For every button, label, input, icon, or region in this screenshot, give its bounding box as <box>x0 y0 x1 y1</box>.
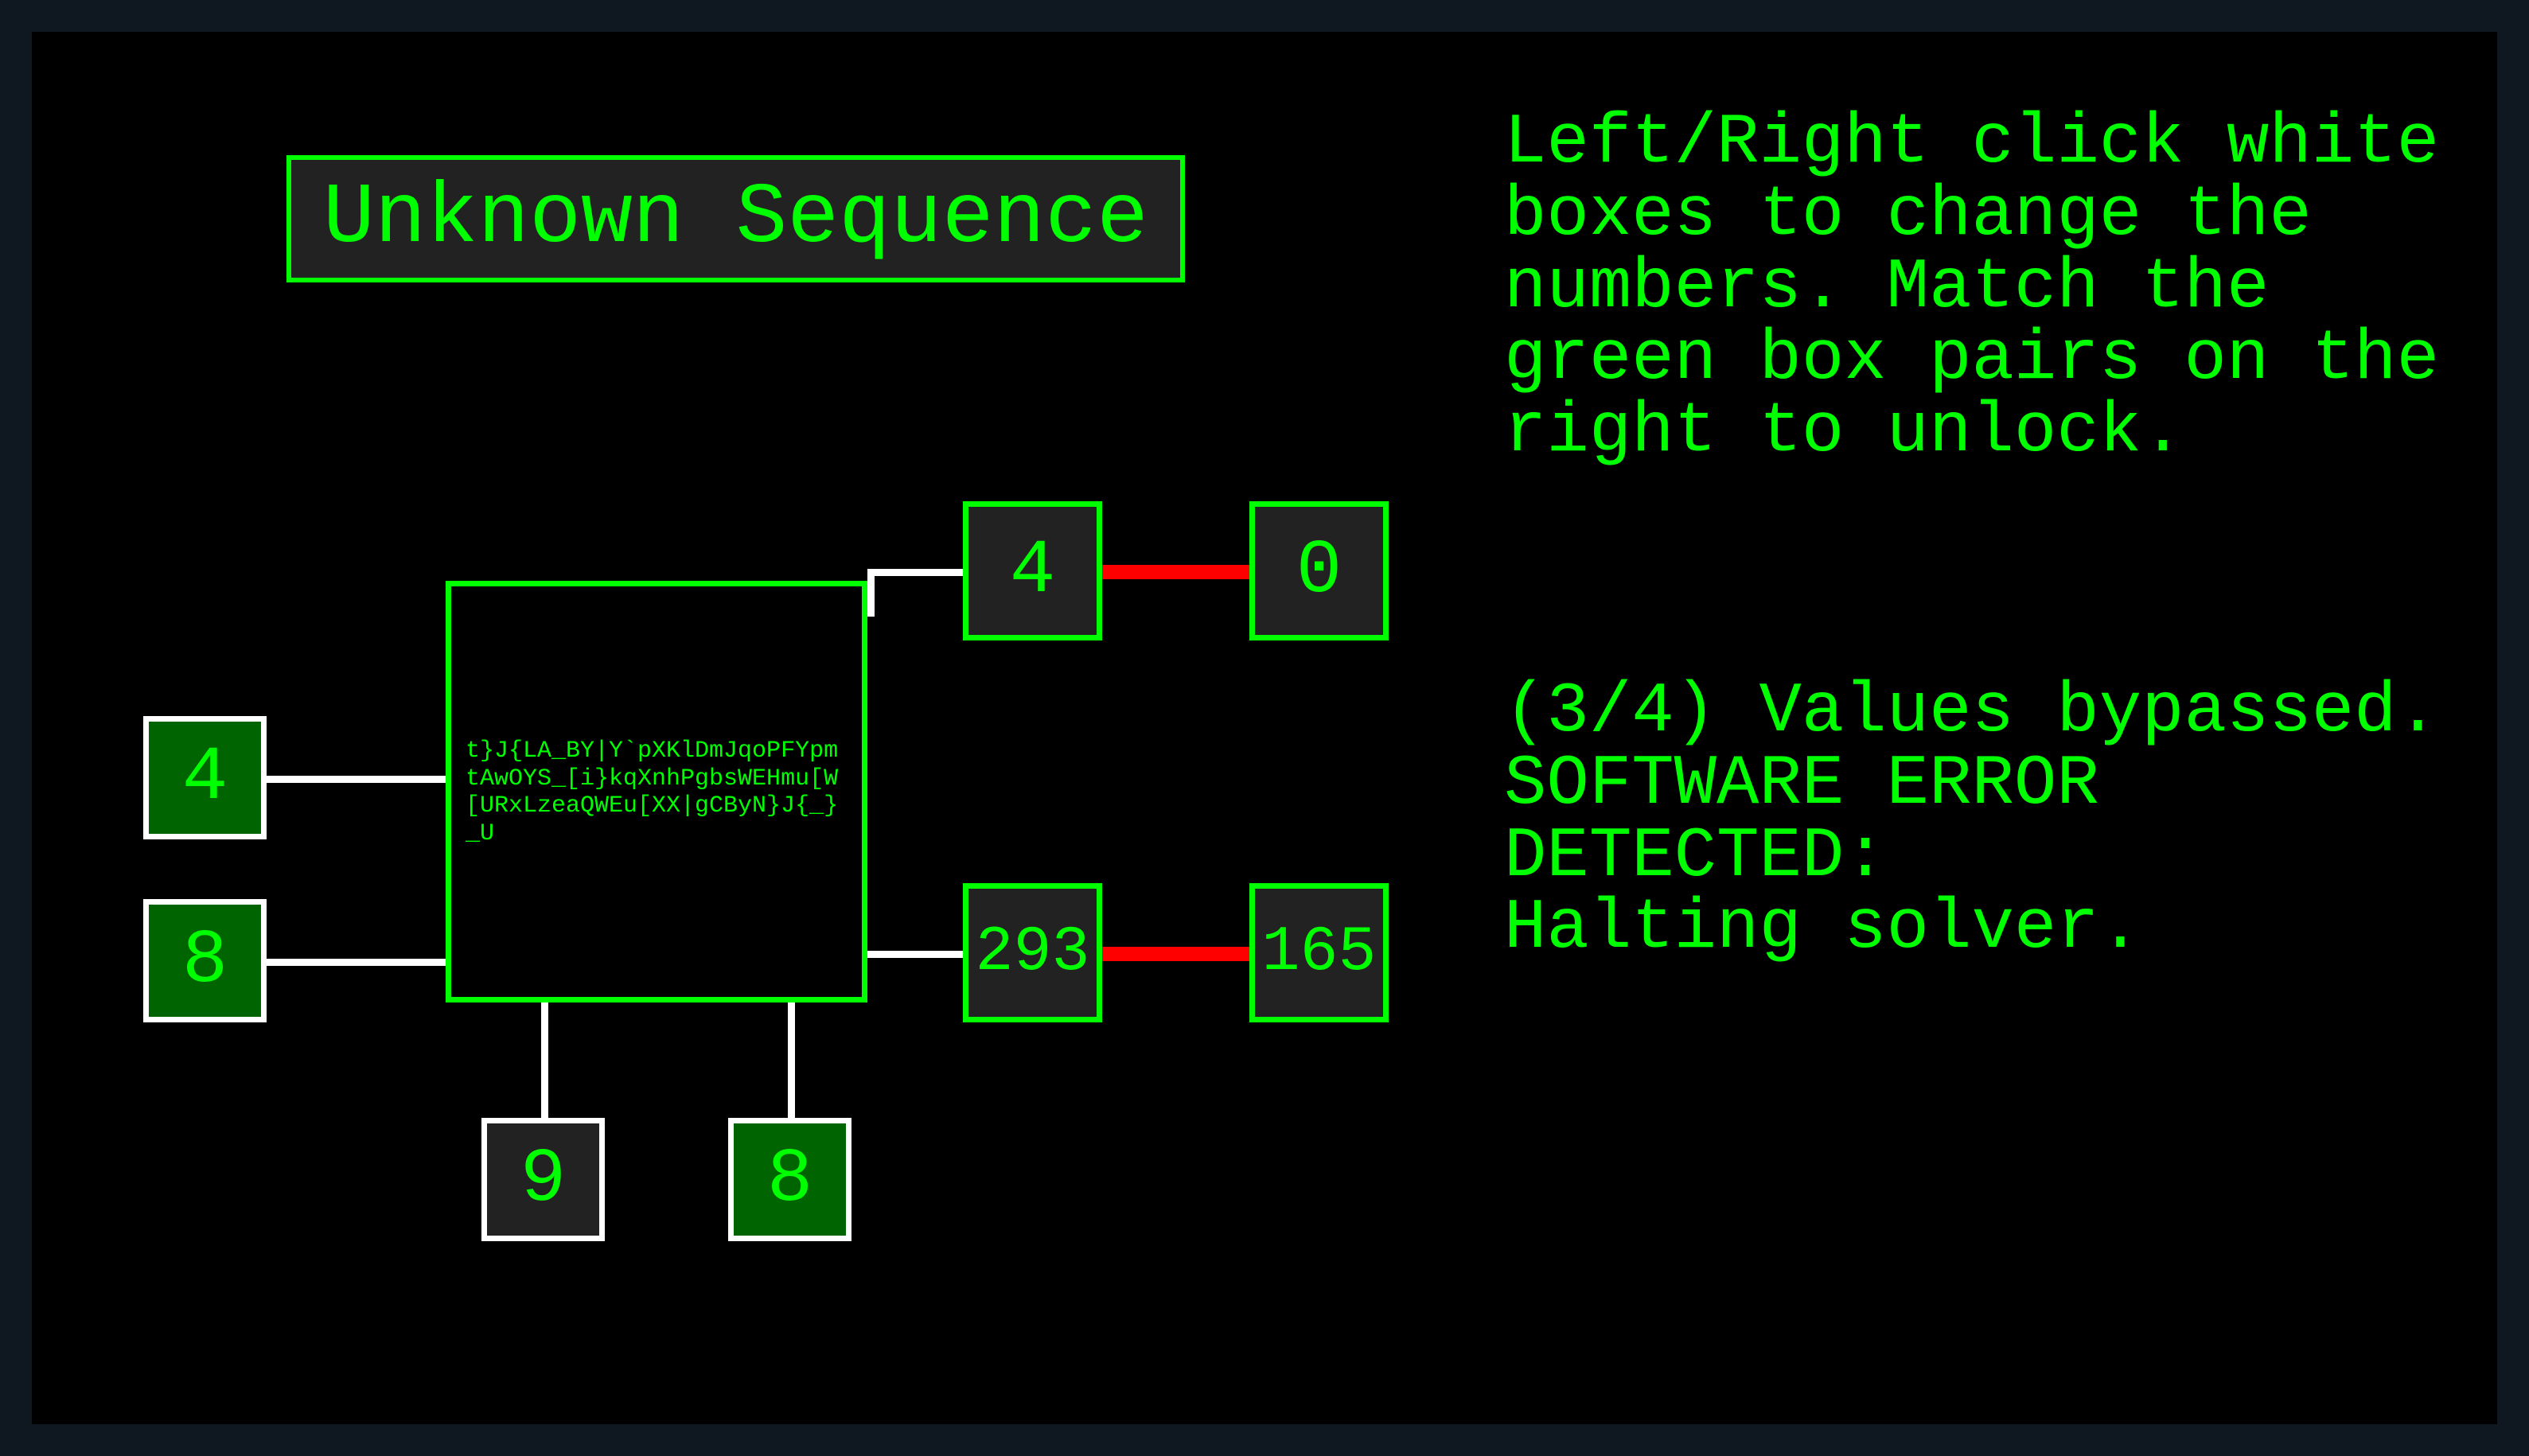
input-bottom-d[interactable]: 8 <box>728 1118 851 1241</box>
status-text: (3/4) Values bypassed. SOFTWARE ERROR DE… <box>1504 676 2483 965</box>
wire <box>541 1002 548 1122</box>
input-bottom-c[interactable]: 9 <box>481 1118 605 1241</box>
input-left-b[interactable]: 8 <box>143 899 267 1022</box>
cipher-box: t}J{LA_BY|Y`pXKlDmJqoPFYpmtAwOYS_[i}kqXn… <box>446 581 867 1002</box>
puzzle-title: Unknown Sequence <box>286 155 1185 282</box>
play-area: Unknown Sequence t}J{LA_BY|Y`pXKlDmJqoPF… <box>32 32 2497 1424</box>
wire-mismatch <box>1102 565 1253 579</box>
wire <box>867 569 875 617</box>
wire <box>867 951 967 958</box>
target-pair2: 165 <box>1249 883 1389 1022</box>
input-left-a[interactable]: 4 <box>143 716 267 839</box>
wire <box>867 569 967 576</box>
game-stage: Unknown Sequence t}J{LA_BY|Y`pXKlDmJqoPF… <box>0 0 2529 1456</box>
wire <box>267 776 450 783</box>
wire <box>267 959 450 966</box>
output-pair2: 293 <box>963 883 1102 1022</box>
wire <box>788 1002 795 1122</box>
instructions-text: Left/Right click white boxes to change t… <box>1504 107 2483 469</box>
output-pair1: 4 <box>963 501 1102 640</box>
wire-mismatch <box>1102 947 1253 961</box>
target-pair1: 0 <box>1249 501 1389 640</box>
